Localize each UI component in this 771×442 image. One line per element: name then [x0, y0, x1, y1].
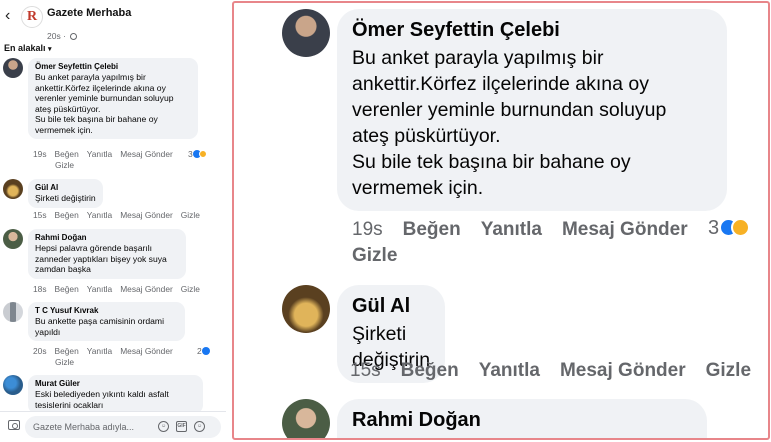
hide-button[interactable]: Gizle [352, 243, 688, 269]
comment-time: 19s [33, 149, 47, 159]
like-button[interactable]: Beğen [55, 346, 79, 356]
comment-text: Eski belediyeden yıkıntı kaldı asfalt te… [35, 389, 169, 410]
reply-button[interactable]: Yanıtla [481, 219, 542, 240]
reply-button[interactable]: Yanıtla [87, 284, 112, 294]
comment-actions: 18s Beğen Yanıtla Mesaj Gönder Gizle [33, 284, 208, 295]
comments-panel: ‹ R Gazete Merhaba 20s · En alakalı ▾ Öm… [0, 0, 226, 442]
message-button[interactable]: Mesaj Gönder [562, 219, 688, 240]
post-time: 20s · [47, 31, 78, 41]
avatar[interactable] [3, 375, 23, 395]
like-button[interactable]: Beğen [55, 149, 79, 159]
comment-time: 18s [33, 284, 47, 294]
avatar[interactable] [3, 179, 23, 199]
comment-text: Hepsi palavra görende başarılı zanneder … [35, 243, 167, 274]
comment-actions: 15s Beğen Yanıtla Mesaj Gönder Gizle [33, 210, 208, 221]
avatar[interactable] [3, 58, 23, 78]
hide-button[interactable]: Gizle [33, 357, 173, 368]
reaction-summary[interactable]: 3 [188, 149, 207, 159]
comment-actions: 15s Beğen Yanıtla Mesaj Gönder Gizle [350, 358, 768, 384]
comment-text: Şirketi değiştirin [35, 193, 96, 203]
hide-button[interactable]: Gizle [33, 160, 173, 171]
comment-bubble: Gül Al Şirketi değiştirin [28, 179, 103, 208]
like-button[interactable]: Beğen [55, 284, 79, 294]
comment-text: Bu anket parayla yapılmış bir ankettir.K… [352, 47, 667, 199]
reply-button[interactable]: Yanıtla [87, 346, 112, 356]
avatar[interactable] [282, 399, 330, 438]
zoomed-comments-panel: Ömer Seyfettin Çelebi Bu anket parayla y… [232, 1, 770, 440]
like-reaction-icon [201, 347, 210, 355]
comment-text: Bu ankette paşa camisinin ordami yapıldı [35, 316, 164, 337]
comment-author[interactable]: Murat Güler [35, 378, 196, 389]
message-button[interactable]: Mesaj Gönder [120, 346, 173, 356]
hide-button[interactable]: Gizle [181, 284, 200, 294]
emoji-icon[interactable]: ☺ [194, 421, 205, 432]
reaction-summary[interactable]: 2 [197, 346, 210, 356]
gif-icon[interactable]: GIF [176, 421, 187, 432]
comment-actions: 19s Beğen Yanıtla Mesaj Gönder Gizle [33, 149, 181, 171]
reaction-count: 3 [708, 217, 720, 239]
message-button[interactable]: Mesaj Gönder [120, 149, 173, 159]
hide-button[interactable]: Gizle [181, 210, 200, 220]
like-button[interactable]: Beğen [401, 360, 459, 381]
comment-author[interactable]: Gül Al [35, 182, 96, 193]
comment-bubble: T C Yusuf Kıvrak Bu ankette paşa camisin… [28, 302, 185, 341]
page-logo[interactable]: R [21, 6, 43, 28]
like-button[interactable]: Beğen [55, 210, 79, 220]
avatar[interactable] [282, 9, 330, 57]
camera-icon[interactable] [8, 420, 20, 430]
reply-button[interactable]: Yanıtla [479, 360, 540, 381]
hide-button[interactable]: Gizle [706, 360, 751, 381]
comment-author[interactable]: T C Yusuf Kıvrak [35, 305, 178, 316]
comment-author[interactable]: Gül Al [352, 294, 430, 318]
comment-actions: 19s Beğen Yanıtla Mesaj Gönder Gizle [352, 217, 708, 269]
comment-author[interactable]: Rahmi Doğan [352, 408, 692, 432]
comment-author[interactable]: Ömer Seyfettin Çelebi [35, 61, 191, 72]
sticker-icon[interactable]: ☺ [158, 421, 169, 432]
avatar[interactable] [3, 302, 23, 322]
comment-sort-dropdown[interactable]: En alakalı ▾ [4, 43, 52, 53]
comment-time: 19s [352, 219, 383, 240]
message-button[interactable]: Mesaj Gönder [120, 210, 173, 220]
comment-time: 15s [33, 210, 47, 220]
haha-reaction-icon [198, 150, 207, 158]
comment-composer: Gazete Merhaba adıyla... ☺ GIF ☺ [0, 411, 226, 442]
comment-author[interactable]: Rahmi Doğan [35, 232, 179, 243]
reaction-summary[interactable]: 3 [708, 217, 751, 240]
message-button[interactable]: Mesaj Gönder [560, 360, 686, 381]
comment-bubble: Ömer Seyfettin Çelebi Bu anket parayla y… [28, 58, 198, 139]
post-time-text: 20s [47, 31, 61, 41]
message-button[interactable]: Mesaj Gönder [120, 284, 173, 294]
reply-button[interactable]: Yanıtla [87, 149, 112, 159]
reply-button[interactable]: Yanıtla [87, 210, 112, 220]
comment-time: 15s [350, 360, 381, 381]
sort-label: En alakalı [4, 43, 46, 53]
comment-bubble: Rahmi Doğan Hepsi palavra görende başarı… [28, 229, 186, 279]
comment-actions: 20s Beğen Yanıtla Mesaj Gönder Gizle [33, 346, 181, 368]
back-chevron-icon[interactable]: ‹ [5, 8, 10, 24]
page-name[interactable]: Gazete Merhaba [47, 7, 131, 19]
comment-bubble: Murat Güler Eski belediyeden yıkıntı kal… [28, 375, 203, 414]
comment-text: Bu anket parayla yapılmış bir ankettir.K… [35, 72, 174, 135]
top-bar: ‹ R Gazete Merhaba 20s · [0, 0, 226, 42]
comment-time: 20s [33, 346, 47, 356]
globe-icon [70, 33, 78, 40]
comment-bubble: Rahmi Doğan [337, 399, 707, 438]
avatar[interactable] [3, 229, 23, 249]
comment-bubble: Ömer Seyfettin Çelebi Bu anket parayla y… [337, 9, 727, 211]
comment-input[interactable]: Gazete Merhaba adıyla... ☺ GIF ☺ [25, 416, 221, 438]
comment-input-placeholder: Gazete Merhaba adıyla... [33, 422, 135, 432]
avatar[interactable] [282, 285, 330, 333]
comment-author[interactable]: Ömer Seyfettin Çelebi [352, 18, 712, 42]
haha-reaction-icon [731, 218, 751, 237]
chevron-down-icon: ▾ [48, 46, 52, 53]
like-button[interactable]: Beğen [403, 219, 461, 240]
